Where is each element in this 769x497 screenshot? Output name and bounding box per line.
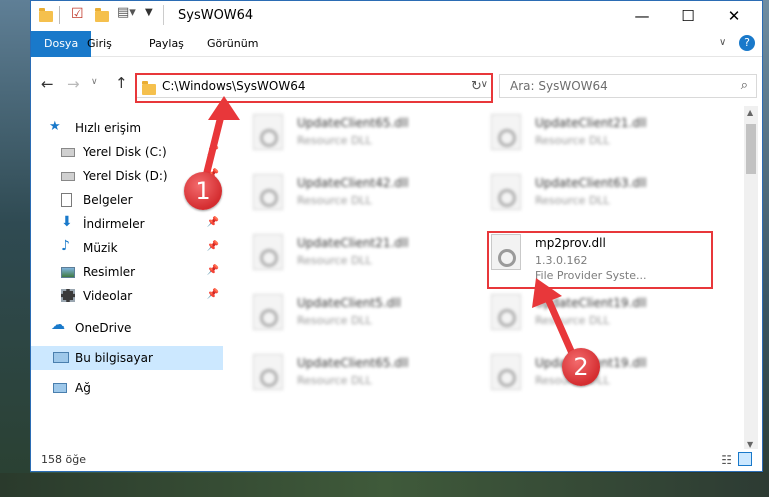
annotation-arrows — [201, 96, 579, 364]
step-1-badge: 1 — [184, 172, 222, 210]
arrow-1-head — [208, 96, 240, 120]
step-2-badge: 2 — [562, 348, 600, 386]
